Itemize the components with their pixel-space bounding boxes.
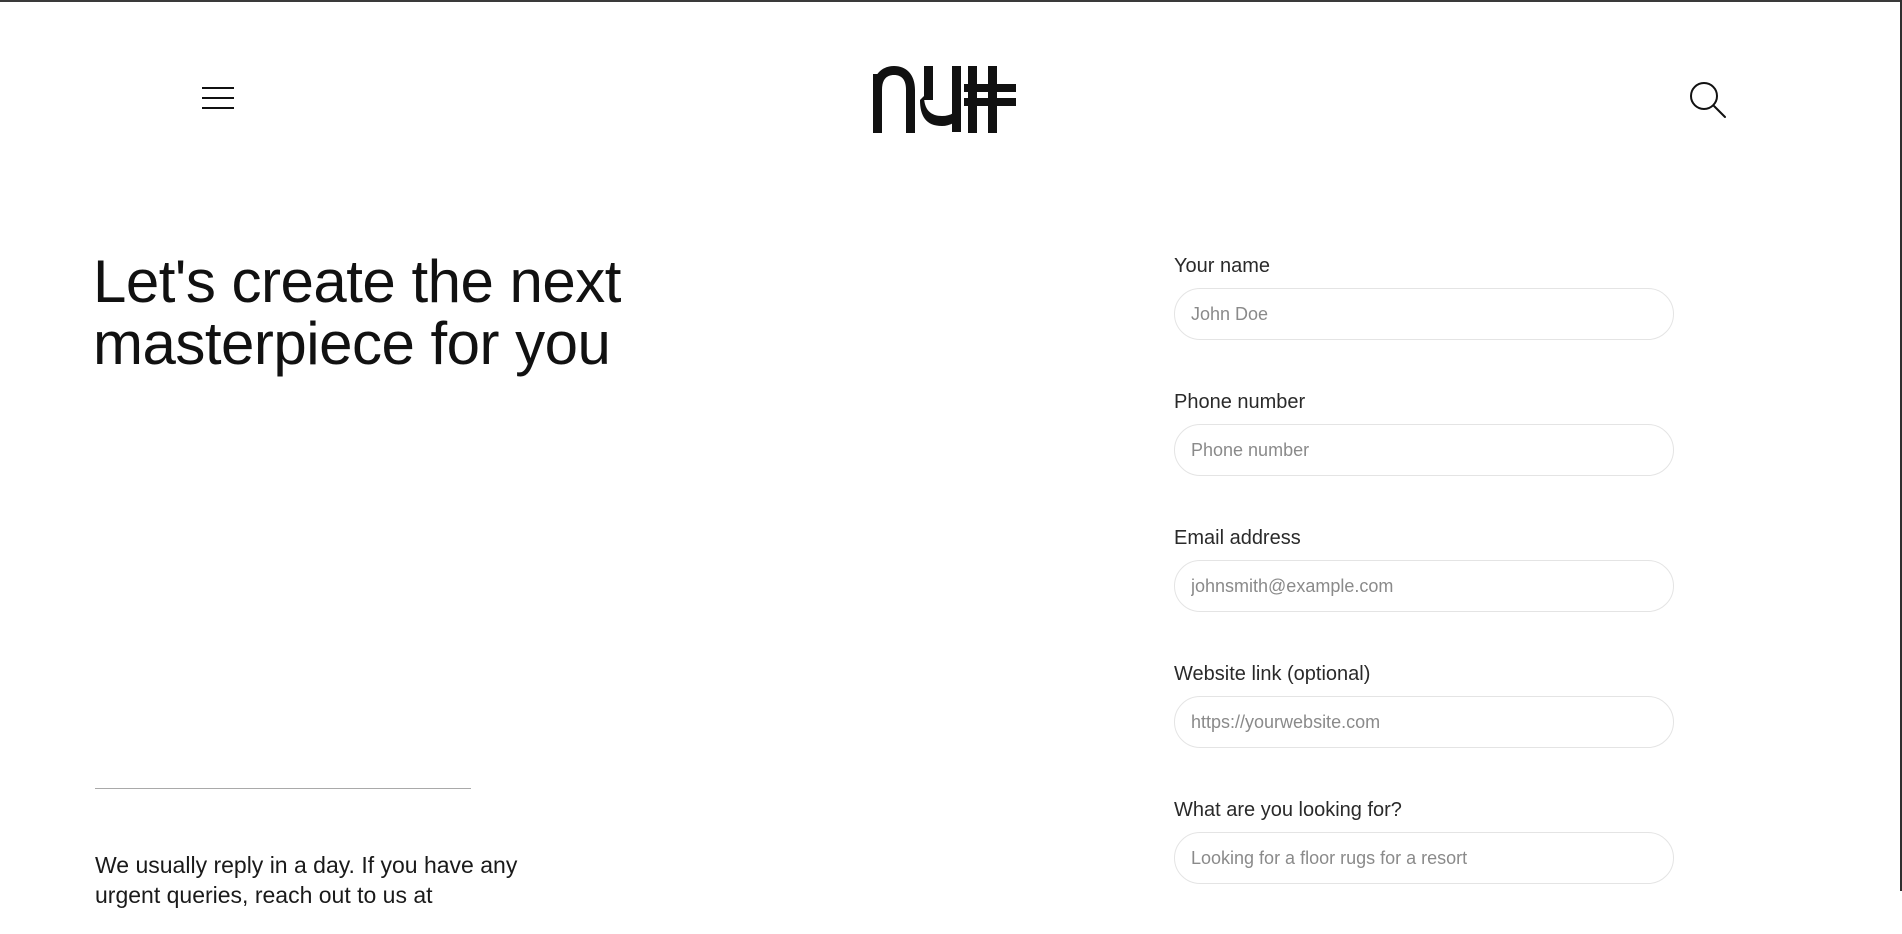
email-input[interactable]	[1174, 560, 1674, 612]
phone-label: Phone number	[1174, 391, 1306, 413]
hamburger-menu-icon[interactable]	[200, 84, 236, 112]
phone-field-group: Phone number	[1174, 390, 1674, 526]
email-label: Email address	[1174, 527, 1301, 549]
search-icon[interactable]	[1688, 80, 1728, 120]
menu-line	[202, 107, 234, 109]
phone-input[interactable]	[1174, 424, 1674, 476]
menu-line	[202, 97, 234, 99]
looking-for-field-group: What are you looking for?	[1174, 798, 1674, 934]
looking-for-label: What are you looking for?	[1174, 799, 1402, 821]
website-label: Website link (optional)	[1174, 663, 1371, 685]
website-field-group: Website link (optional)	[1174, 662, 1674, 798]
name-field-group: Your name	[1174, 254, 1674, 390]
website-input[interactable]	[1174, 696, 1674, 748]
name-input[interactable]	[1174, 288, 1674, 340]
brand-logo[interactable]: neyt	[872, 60, 1018, 136]
email-field-group: Email address	[1174, 526, 1674, 662]
menu-line	[202, 87, 234, 89]
contact-form: Your name Phone number Email address Web…	[1174, 254, 1674, 934]
window-top-border	[0, 0, 1902, 2]
reply-info-text: We usually reply in a day. If you have a…	[95, 852, 518, 908]
name-label: Your name	[1174, 255, 1270, 277]
looking-for-input[interactable]	[1174, 832, 1674, 884]
divider	[95, 788, 471, 789]
page-headline: Let's create the next masterpiece for yo…	[93, 248, 621, 377]
